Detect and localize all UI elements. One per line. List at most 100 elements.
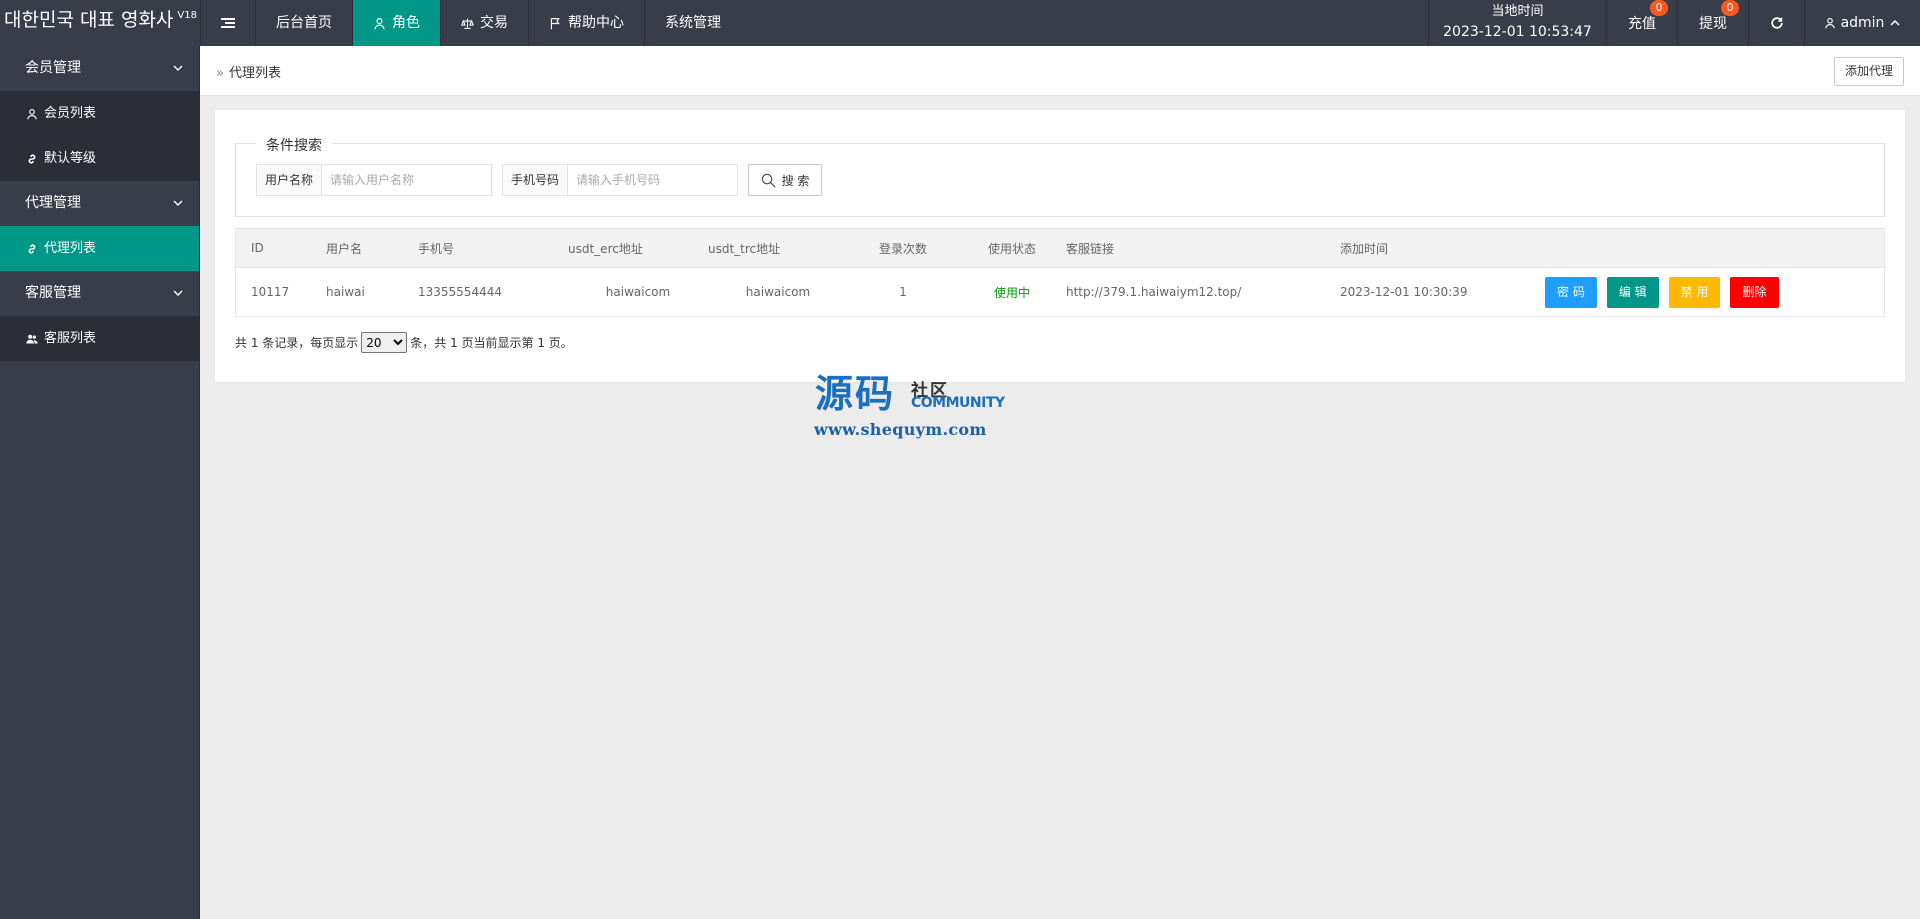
username-field: 用户名称 <box>256 164 493 196</box>
watermark: 源码 社区 COMMUNITY www.shequym.com <box>814 371 1015 442</box>
column-header: 登录次数 <box>878 241 927 256</box>
nav-system-label: 系统管理 <box>665 15 721 31</box>
breadcrumb-current[interactable]: 代理列表 <box>229 66 281 81</box>
chevron-up-icon <box>1890 19 1900 26</box>
nav-role-label: 角色 <box>392 15 420 31</box>
withdraw-label: 提现 <box>1699 16 1727 32</box>
flag-icon <box>550 17 560 29</box>
refresh-icon <box>1770 17 1783 29</box>
nav-trade-label: 交易 <box>480 15 508 31</box>
phone-field: 手机号码 <box>502 164 739 196</box>
watermark-url: www.shequym.com <box>814 420 987 439</box>
row-actions: 密 码 编 辑 禁 用 删除 <box>1545 276 1785 308</box>
user-icon <box>27 108 37 119</box>
refresh-button[interactable] <box>1748 0 1804 46</box>
column-header: 添加时间 <box>1340 241 1389 256</box>
page-size-select[interactable]: 20 <box>361 332 408 353</box>
phone-input[interactable] <box>568 164 739 196</box>
sidebar-item-label: 会员列表 <box>44 106 97 121</box>
search-button[interactable]: 搜 索 <box>748 164 823 196</box>
user-icon <box>1824 17 1835 29</box>
user-icon <box>374 17 385 29</box>
sidebar-group-agent[interactable]: 代理管理 <box>0 181 199 226</box>
sidebar-item-label: 代理列表 <box>44 241 97 256</box>
column-header: 使用状态 <box>987 241 1036 256</box>
app-version: V18 <box>177 10 197 21</box>
column-header: usdt_trc地址 <box>708 241 781 256</box>
cell-service-link: http://379.1.haiwaiym12.top/ <box>1066 285 1242 299</box>
breadcrumb-bar: » 代理列表 添加代理 <box>200 46 1920 96</box>
phone-label: 手机号码 <box>502 164 569 196</box>
add-agent-button[interactable]: 添加代理 <box>1833 57 1904 86</box>
search-button-label: 搜 索 <box>781 173 810 188</box>
column-header: 客服链接 <box>1066 241 1115 256</box>
search-legend: 条件搜索 <box>256 135 332 155</box>
admin-menu[interactable]: admin <box>1804 0 1920 46</box>
sidebar-group-service[interactable]: 客服管理 <box>0 271 199 316</box>
sidebar-group-member[interactable]: 会员管理 <box>0 46 199 91</box>
nav-help-label: 帮助中心 <box>568 15 624 31</box>
sidebar-item-default-level[interactable]: 默认等级 <box>0 136 199 181</box>
cell-id: 10117 <box>251 285 290 299</box>
nav-help[interactable]: 帮助中心 <box>528 0 644 46</box>
sidebar-item-service-list[interactable]: 客服列表 <box>0 316 199 361</box>
recharge-button[interactable]: 充值 0 <box>1606 0 1677 46</box>
users-icon <box>26 334 38 343</box>
column-header: ID <box>251 241 264 255</box>
nav-role[interactable]: 角色 <box>352 0 440 46</box>
disable-button[interactable]: 禁 用 <box>1668 276 1721 308</box>
sidebar-group-label: 客服管理 <box>25 285 81 301</box>
watermark-logo-text: 源码 <box>815 371 896 416</box>
chevron-down-icon <box>173 290 183 296</box>
chevron-down-icon <box>173 65 183 71</box>
password-button[interactable]: 密 码 <box>1545 276 1597 308</box>
menu-fold-icon <box>221 16 235 30</box>
breadcrumb-separator: » <box>216 66 224 81</box>
clock-value: 2023-12-01 10:53:47 <box>1443 24 1592 41</box>
sidebar-group-label: 代理管理 <box>25 195 81 211</box>
cell-login-count: 1 <box>899 285 907 299</box>
local-clock: 当地时间 2023-12-01 10:53:47 <box>1428 0 1606 46</box>
pager-prefix: 共 1 条记录，每页显示 <box>235 336 359 350</box>
nav-system[interactable]: 系统管理 <box>644 0 741 46</box>
table-header: ID 用户名 手机号 usdt_erc地址 usdt_trc地址 登录次数 使用… <box>236 229 1884 268</box>
top-right-bar: 当地时间 2023-12-01 10:53:47 充值 0 提现 0 admin <box>1428 0 1920 46</box>
sidebar-item-label: 客服列表 <box>44 331 97 346</box>
app-title: 대한민국 대표 영화사 <box>4 9 174 31</box>
sidebar-item-label: 默认等级 <box>44 151 97 166</box>
cell-phone: 13355554444 <box>418 285 502 299</box>
edit-button[interactable]: 编 辑 <box>1606 276 1659 308</box>
clock-label: 当地时间 <box>1491 4 1544 20</box>
status-badge: 使用中 <box>993 285 1030 300</box>
nav-home[interactable]: 后台首页 <box>255 0 352 46</box>
sidebar: 会员管理 会员列表 默认等级 代理管理 代理列表 客服管理 客服列表 <box>0 46 200 919</box>
sidebar-item-agent-list[interactable]: 代理列表 <box>0 226 199 271</box>
delete-button[interactable]: 删除 <box>1730 276 1779 308</box>
watermark-en-text: COMMUNITY <box>911 395 1005 411</box>
top-header: 대한민국 대표 영화사 V18 后台首页 角色 交易 帮助中心 系统管理 当地时间… <box>0 0 1920 46</box>
sidebar-item-member-list[interactable]: 会员列表 <box>0 91 199 136</box>
app-logo[interactable]: 대한민국 대표 영화사 V18 <box>0 0 200 46</box>
column-header: usdt_erc地址 <box>568 241 643 256</box>
sidebar-toggle-button[interactable] <box>200 0 255 46</box>
username-input[interactable] <box>322 164 493 196</box>
withdraw-badge: 0 <box>1721 0 1739 16</box>
search-row: 用户名称 手机号码 搜 索 <box>256 164 823 196</box>
link-icon <box>28 154 36 163</box>
cell-username: haiwai <box>326 285 365 299</box>
search-fieldset: 条件搜索 用户名称 手机号码 搜 索 <box>235 135 1885 217</box>
sidebar-group-label: 会员管理 <box>25 60 81 76</box>
username-label: 用户名称 <box>256 164 323 196</box>
cell-trc-address: haiwaicom <box>745 285 811 299</box>
search-icon <box>761 173 776 187</box>
nav-trade[interactable]: 交易 <box>440 0 528 46</box>
table-row: 10117 haiwai 13355554444 haiwaicom haiwa… <box>236 268 1884 316</box>
recharge-badge: 0 <box>1650 0 1668 16</box>
cell-erc-address: haiwaicom <box>605 285 671 299</box>
column-header: 手机号 <box>418 241 455 256</box>
agent-table: ID 用户名 手机号 usdt_erc地址 usdt_trc地址 登录次数 使用… <box>235 228 1885 317</box>
chevron-down-icon <box>173 200 183 206</box>
top-nav: 后台首页 角色 交易 帮助中心 系统管理 <box>255 0 741 46</box>
cell-added-time: 2023-12-01 10:30:39 <box>1340 285 1468 299</box>
withdraw-button[interactable]: 提现 0 <box>1677 0 1748 46</box>
